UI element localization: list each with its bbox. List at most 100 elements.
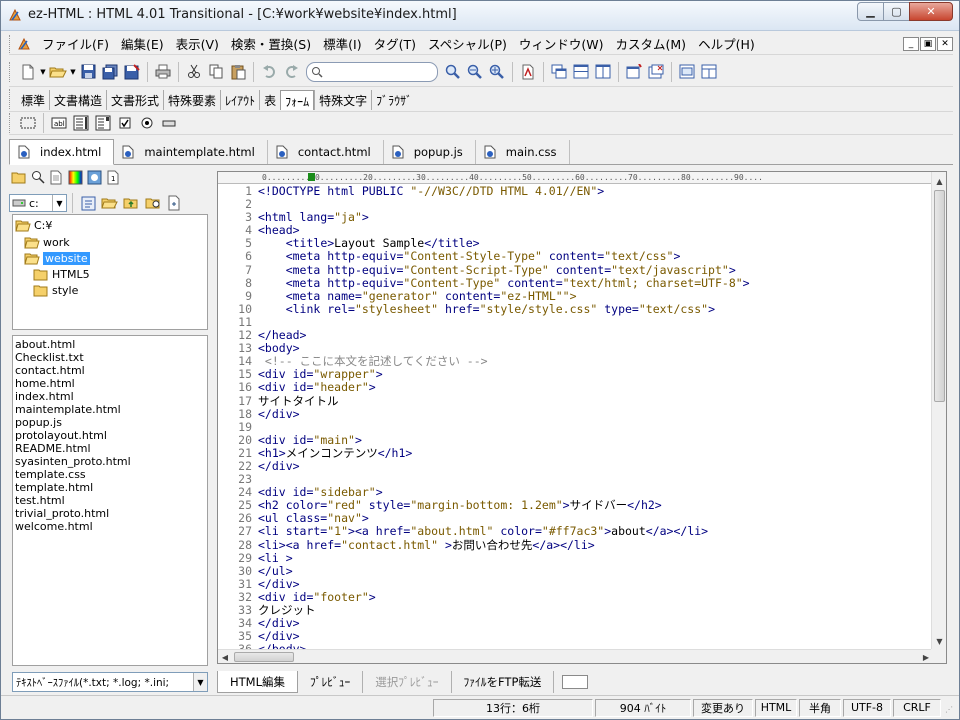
- radio-icon[interactable]: [136, 113, 158, 133]
- tree-item[interactable]: C:¥: [15, 217, 52, 233]
- file-list-item[interactable]: maintemplate.html: [15, 403, 205, 416]
- file-list-item[interactable]: template.css: [15, 468, 205, 481]
- code-line[interactable]: 28 <li><a href="contact.html" >お問い合わせ先</a…: [218, 538, 933, 552]
- code-line[interactable]: 6 <meta http-equiv="Content-Style-Type" …: [218, 250, 933, 263]
- find-next-icon[interactable]: [464, 61, 486, 83]
- document-menu-icon[interactable]: [16, 36, 32, 52]
- new-document-icon[interactable]: [164, 192, 184, 214]
- paste-icon[interactable]: [227, 61, 249, 83]
- button-icon[interactable]: [158, 113, 180, 133]
- resize-grip-icon[interactable]: ⋰: [945, 705, 957, 717]
- code-line[interactable]: 32 <div id="footer">: [218, 590, 933, 604]
- layout-icon[interactable]: [698, 61, 720, 83]
- tag-tab[interactable]: ﾌﾞﾗｳｻﾞ: [371, 90, 416, 110]
- tag-tab[interactable]: 特殊文字: [314, 90, 371, 110]
- tree-item[interactable]: website: [24, 250, 90, 266]
- file-list-item[interactable]: home.html: [15, 377, 205, 390]
- file-list-item[interactable]: test.html: [15, 494, 205, 507]
- tag-tab[interactable]: ﾚｲｱｳﾄ: [220, 90, 259, 110]
- view-tab[interactable]: ﾌﾟﾚﾋﾞｭｰ: [298, 671, 364, 693]
- tree-item[interactable]: style: [33, 282, 78, 298]
- file-list-item[interactable]: contact.html: [15, 364, 205, 377]
- code-line[interactable]: 11: [218, 315, 933, 329]
- view-tab[interactable]: ﾌｧｲﾙをFTP転送: [452, 671, 555, 693]
- open-folder-icon[interactable]: [98, 192, 120, 214]
- menu-item[interactable]: ヘルプ(H): [692, 34, 761, 53]
- open-dropdown-icon[interactable]: ▼: [69, 61, 77, 83]
- file-list-item[interactable]: template.html: [15, 481, 205, 494]
- file-list-item[interactable]: protolayout.html: [15, 429, 205, 442]
- doc-tab[interactable]: contact.html: [268, 140, 384, 164]
- horizontal-scrollbar[interactable]: ◀ ▶: [218, 649, 933, 663]
- code-line[interactable]: 29 <li >: [218, 551, 933, 565]
- drive-select[interactable]: c: ▼: [9, 194, 67, 212]
- open-folder-icon[interactable]: [47, 61, 69, 83]
- find-in-folder-icon[interactable]: [142, 192, 164, 214]
- properties-icon[interactable]: [78, 192, 98, 214]
- mdi-minimize-button[interactable]: _: [903, 36, 919, 51]
- file-list-item[interactable]: Checklist.txt: [15, 351, 205, 364]
- clip-icon[interactable]: 1: [104, 168, 123, 187]
- parent-folder-icon[interactable]: [120, 192, 142, 214]
- scroll-up-icon[interactable]: ▲: [932, 174, 946, 189]
- menu-grip[interactable]: [9, 34, 13, 53]
- mdi-restore-button[interactable]: ▣: [920, 36, 936, 51]
- form-icon[interactable]: [17, 113, 39, 133]
- close-button[interactable]: ✕: [909, 2, 953, 21]
- code-line[interactable]: 10 <link rel="stylesheet" href="style/st…: [218, 302, 933, 316]
- tree-item[interactable]: work: [24, 234, 70, 250]
- textarea-icon[interactable]: [70, 113, 92, 133]
- color-palette-icon[interactable]: [66, 168, 85, 187]
- file-list-item[interactable]: trivial_proto.html: [15, 507, 205, 520]
- tag-tab[interactable]: 文書形式: [106, 90, 163, 110]
- horizontal-scroll-thumb[interactable]: [234, 652, 294, 662]
- code-line[interactable]: 22 </div>: [218, 459, 933, 473]
- file-list-item[interactable]: syasinten_proto.html: [15, 455, 205, 468]
- tag-tab[interactable]: 表: [259, 90, 280, 110]
- tabs-grip[interactable]: [9, 89, 13, 109]
- scroll-left-icon[interactable]: ◀: [218, 650, 232, 663]
- cut-icon[interactable]: [183, 61, 205, 83]
- folder-view-icon[interactable]: [9, 168, 28, 187]
- save-as-icon[interactable]: [121, 61, 143, 83]
- save-icon[interactable]: [77, 61, 99, 83]
- code-line[interactable]: 27 <li start="1"><a href="about.html" col…: [218, 525, 933, 538]
- title-bar[interactable]: ez-HTML : HTML 4.01 Transitional - [C:¥w…: [1, 1, 959, 31]
- cascade-icon[interactable]: [548, 61, 570, 83]
- menu-item[interactable]: 編集(E): [115, 34, 170, 53]
- find-prev-icon[interactable]: [486, 61, 508, 83]
- menu-item[interactable]: ウィンドウ(W): [513, 34, 610, 53]
- document-list-icon[interactable]: [47, 168, 66, 187]
- code-line[interactable]: 3 <html lang="ja">: [218, 211, 933, 224]
- doc-tab[interactable]: main.css: [476, 140, 570, 164]
- menu-item[interactable]: 表示(V): [170, 34, 225, 53]
- scroll-down-icon[interactable]: ▼: [932, 634, 946, 649]
- toolbar-grip[interactable]: [9, 61, 13, 82]
- file-list-item[interactable]: README.html: [15, 442, 205, 455]
- tree-item[interactable]: HTML5: [33, 266, 90, 282]
- form-toolbar-grip[interactable]: [9, 113, 13, 133]
- file-list-item[interactable]: popup.js: [15, 416, 205, 429]
- tile-vertical-icon[interactable]: [592, 61, 614, 83]
- menu-item[interactable]: スペシャル(P): [422, 34, 513, 53]
- minimize-button[interactable]: ▁: [857, 2, 884, 21]
- code-line[interactable]: 35 </div>: [218, 630, 933, 643]
- code-line[interactable]: 18 </div>: [218, 407, 933, 421]
- preview-indicator-box[interactable]: [562, 675, 589, 689]
- code-line[interactable]: 30 </ul>: [218, 564, 933, 578]
- save-all-icon[interactable]: [99, 61, 121, 83]
- vertical-scroll-thumb[interactable]: [934, 190, 945, 402]
- menu-item[interactable]: 標準(I): [317, 34, 367, 53]
- menu-item[interactable]: タグ(T): [368, 34, 422, 53]
- code-line[interactable]: 17 サイトタイトル: [218, 394, 933, 408]
- chevron-down-icon[interactable]: ▼: [52, 195, 66, 211]
- file-list-item[interactable]: welcome.html: [15, 520, 205, 533]
- maximize-button[interactable]: ▢: [883, 2, 910, 21]
- textfield-icon[interactable]: abl: [48, 113, 70, 133]
- search-input[interactable]: [323, 65, 423, 78]
- tag-tab[interactable]: ﾌｫｰﾑ: [280, 90, 315, 110]
- vertical-scrollbar[interactable]: ▲ ▼: [931, 172, 946, 651]
- code-area[interactable]: 1 <!DOCTYPE html PUBLIC "-//W3C//DTD HTML…: [218, 185, 933, 651]
- doc-tab[interactable]: maintemplate.html: [114, 140, 268, 164]
- search-icon[interactable]: [442, 61, 464, 83]
